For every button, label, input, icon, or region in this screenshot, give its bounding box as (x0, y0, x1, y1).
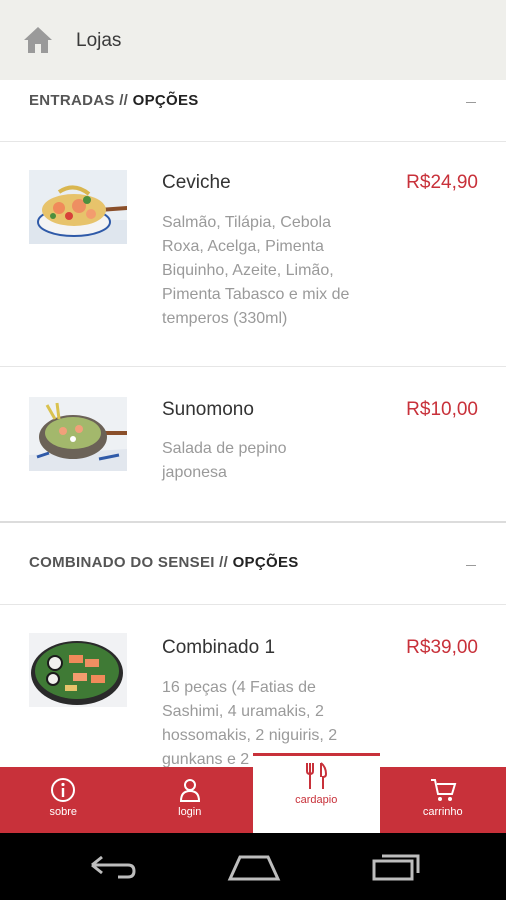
item-price: R$39,00 (406, 637, 478, 658)
collapse-icon[interactable] (466, 565, 476, 566)
section-header-combinado[interactable]: COMBINADO DO SENSEI // OPÇÕES (0, 523, 506, 605)
system-nav-bar (0, 833, 506, 900)
nav-tab-login[interactable]: login (127, 767, 254, 833)
ceviche-photo (29, 170, 127, 244)
home-button-icon[interactable] (226, 851, 282, 881)
nav-tab-carrinho[interactable]: carrinho (380, 767, 506, 833)
section-title: COMBINADO DO SENSEI // OPÇÕES (29, 554, 299, 571)
nav-label: cardapio (295, 794, 338, 806)
sunomono-photo (29, 397, 127, 471)
nav-tab-sobre[interactable]: sobre (0, 767, 127, 833)
combinado-photo (29, 633, 127, 707)
menu-item-ceviche[interactable]: Ceviche R$24,90 Salmão, Tilápia, Cebola … (0, 142, 506, 367)
item-name: Ceviche (162, 172, 231, 193)
cutlery-icon (306, 762, 328, 789)
section-header-entradas[interactable]: ENTRADAS // OPÇÕES (0, 80, 506, 142)
recents-icon[interactable] (370, 851, 422, 881)
user-icon (179, 779, 200, 802)
menu-list[interactable]: ENTRADAS // OPÇÕES Ceviche R$24,90 Salmã… (0, 80, 506, 768)
item-description: Salmão, Tilápia, Cebola Roxa, Acelga, Pi… (162, 214, 350, 327)
home-icon[interactable] (22, 24, 54, 56)
item-name: Sunomono (162, 399, 254, 420)
nav-tab-cardapio[interactable]: cardapio (253, 753, 380, 833)
menu-item-combinado-1[interactable]: Combinado 1 R$39,00 16 peças (4 Fatias d… (0, 605, 506, 768)
item-name: Combinado 1 (162, 637, 276, 658)
nav-label: sobre (49, 806, 78, 818)
back-icon[interactable] (88, 851, 138, 881)
item-description: Salada de pepino japonesa (162, 440, 287, 481)
collapse-icon[interactable] (466, 102, 476, 103)
page-title: Lojas (76, 30, 122, 51)
section-title: ENTRADAS // OPÇÕES (29, 92, 199, 109)
cart-icon (430, 779, 457, 801)
menu-item-sunomono[interactable]: Sunomono R$10,00 Salada de pepino japone… (0, 367, 506, 523)
top-bar: Lojas (0, 0, 506, 80)
info-icon (51, 778, 76, 802)
bottom-nav: sobre login cardapio carrinho (0, 753, 506, 833)
item-price: R$24,90 (406, 172, 478, 193)
nav-label: login (178, 806, 202, 818)
item-price: R$10,00 (406, 399, 478, 420)
nav-label: carrinho (422, 806, 463, 818)
